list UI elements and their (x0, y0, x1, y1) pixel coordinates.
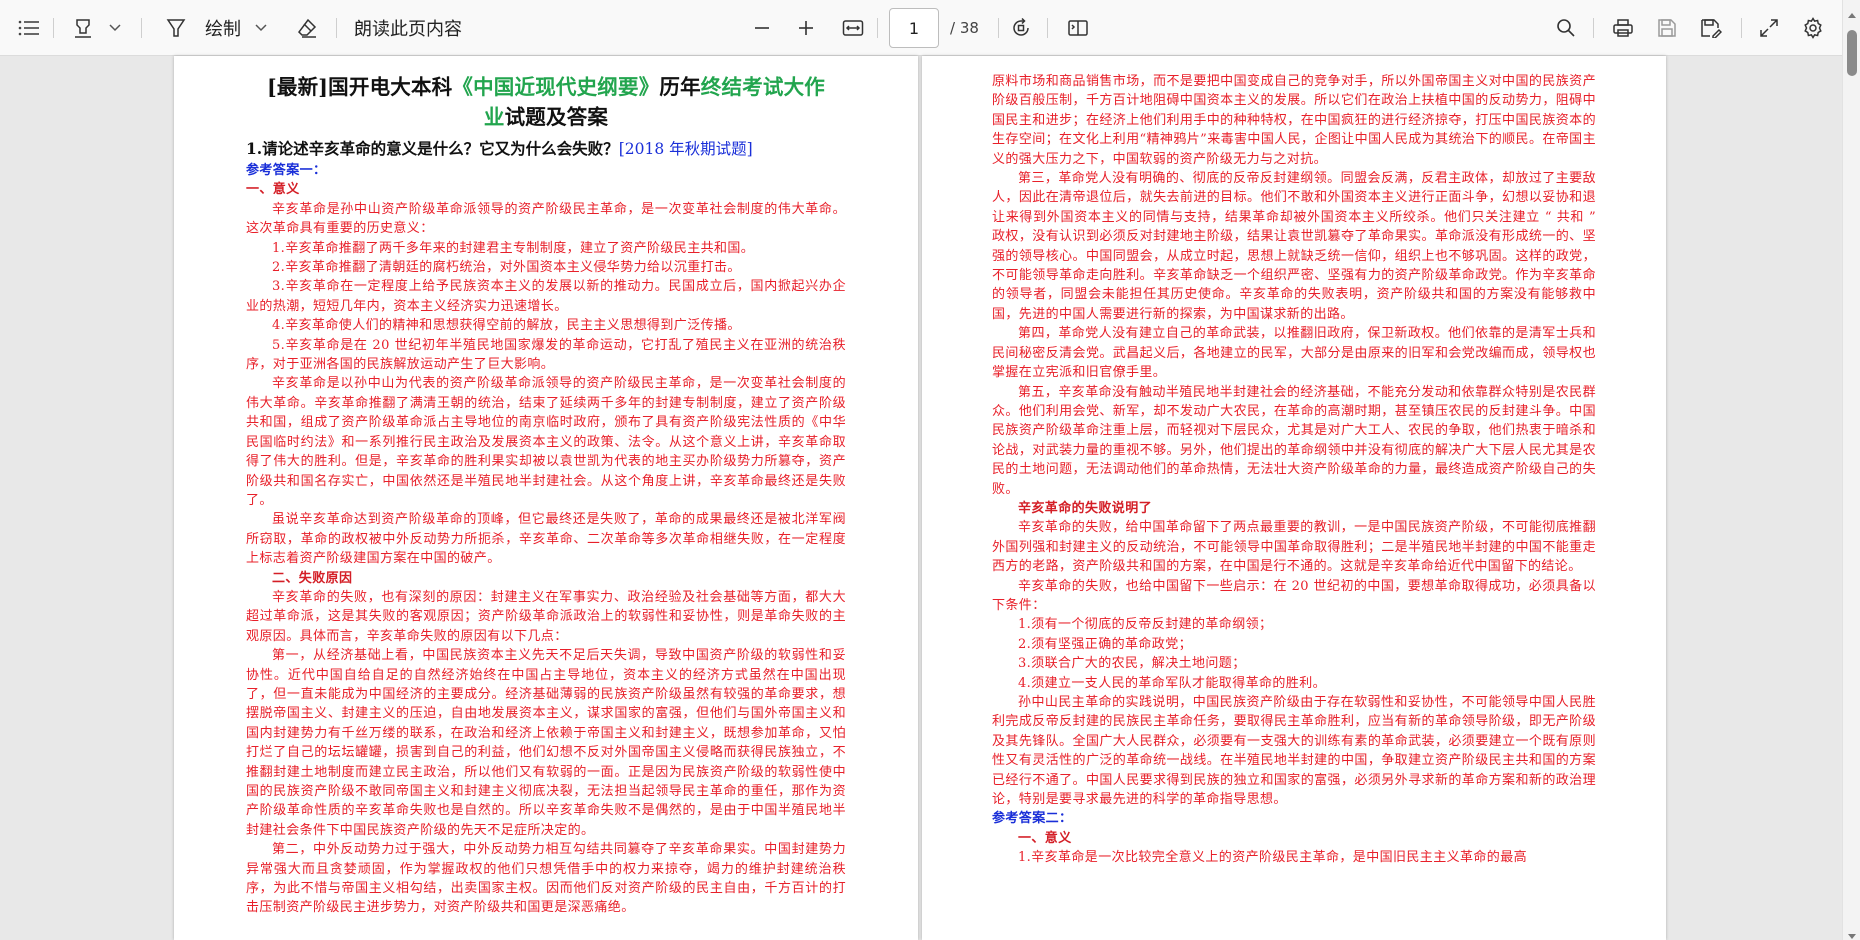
reference-answer-label: 参考答案一： (246, 163, 327, 178)
zoom-out-icon[interactable] (748, 0, 776, 56)
paragraph: 第四，革命党人没有建立自己的革命武装，以推翻旧政府，保卫新政权。他们依靠的是清军… (992, 326, 1596, 381)
list-item: 4.辛亥革命使人们的精神和思想获得空前的解放，民主主义思想得到广泛传播。 (272, 318, 741, 334)
paragraph: 孙中山民主革命的实践说明，中国民族资产阶级由于存在软弱性和妥协性，不可能领导中国… (992, 695, 1596, 808)
section-heading: 一、意义 (1018, 830, 1072, 846)
toolbar: 绘制 朗读此页内容 1 / 38 (0, 0, 1860, 56)
paragraph: 辛亥革命的失败，给中国革命留下了两点最重要的教训，一是中国民族资产阶级，不可能彻… (992, 520, 1596, 575)
paragraph: 辛亥革命是以孙中山为代表的资产阶级革命派领导的资产阶级民主革命，是一次变革社会制… (246, 376, 846, 508)
list-item: 2.须有坚强正确的革命政党； (1018, 636, 1193, 652)
list-item: 3.须联合广大的农民，解决土地问题； (1018, 656, 1246, 672)
section-heading: 二、失败原因 (272, 570, 353, 586)
paragraph: 原料市场和商品销售市场，而不是要把中国变成自己的竞争对手，所以外国帝国主义对中国… (992, 74, 1596, 167)
paragraph: 辛亥革命的失败，也有深刻的原因：封建主义在军事实力、政治经验及社会基础等方面，都… (246, 589, 846, 644)
print-icon[interactable] (1608, 0, 1638, 56)
page-title: [最新]国开电大本科《中国近现代史纲要》历年终结考试大作 业试题及答案 (266, 75, 825, 129)
chevron-down-icon[interactable] (104, 0, 126, 56)
list-item: 4.须建立一支人民的革命军队才能取得革命的胜利。 (1018, 675, 1327, 691)
draw-icon[interactable] (160, 0, 192, 56)
pdf-page-1: [最新]国开电大本科《中国近现代史纲要》历年终结考试大作 业试题及答案 1.请论述… (174, 56, 918, 940)
fit-width-icon[interactable] (838, 0, 868, 56)
reference-answer-label: 参考答案二： (992, 811, 1073, 827)
scroll-down-icon[interactable] (1847, 926, 1857, 939)
highlight-icon[interactable] (66, 0, 100, 56)
paragraph: 辛亥革命的失败，也给中国留下一些启示：在 20 世纪初的中国，要想革命取得成功，… (992, 578, 1596, 613)
paragraph: 第二，中外反动势力过于强大，中外反动势力相互勾结共同篡夺了辛亥革命果实。中国封建… (246, 842, 846, 916)
search-icon[interactable] (1552, 0, 1580, 56)
page-number-input[interactable]: 1 (889, 8, 939, 48)
page-total: / 38 (950, 19, 979, 37)
eraser-icon[interactable] (290, 0, 324, 56)
paragraph: 第三，革命党人没有明确的、彻底的反帝反封建纲领。同盟会反满，反君主政体，却放过了… (992, 171, 1596, 322)
paragraph: 辛亥革命是孙中山资产阶级革命派领导的资产阶级民主革命，是一次变革社会制度的伟大革… (246, 201, 846, 237)
vertical-scrollbar[interactable] (1842, 0, 1860, 940)
paragraph: 第一，从经济基础上看，中国民族资本主义先天不足后天失调，导致中国资产阶级的软弱性… (246, 648, 846, 838)
zoom-in-icon[interactable] (792, 0, 820, 56)
settings-icon[interactable] (1798, 0, 1828, 56)
pdf-page-2: 原料市场和商品销售市场，而不是要把中国变成自己的竞争对手，所以外国帝国主义对中国… (922, 56, 1666, 940)
rotate-icon[interactable] (1006, 0, 1036, 56)
section-heading: 一、意义 (246, 182, 300, 198)
paragraph: 虽说辛亥革命达到资产阶级革命的顶峰，但它最终还是失败了，革命的成果最终还是被北洋… (246, 512, 846, 567)
scroll-thumb[interactable] (1847, 30, 1857, 76)
chevron-down-icon[interactable] (250, 0, 272, 56)
draw-label[interactable]: 绘制 (200, 0, 246, 56)
paragraph: 第五，辛亥革命没有触动半殖民地半封建社会的经济基础，不能充分发动和依靠群众特别是… (992, 384, 1596, 497)
list-item: 3.辛亥革命在一定程度上给予民族资本主义的发展以新的推动力。民国成立后，国内掀起… (246, 279, 846, 314)
save-as-icon[interactable] (1696, 0, 1726, 56)
scroll-up-icon[interactable] (1847, 4, 1857, 18)
save-icon[interactable] (1652, 0, 1682, 56)
contents-icon[interactable] (14, 0, 44, 56)
list-item: 1.辛亥革命推翻了两千多年来的封建君主专制制度，建立了资产阶级民主共和国。 (272, 240, 755, 256)
list-item: 5.辛亥革命是在 20 世纪初年半殖民地国家爆发的革命运动，它打乱了殖民主义在亚… (246, 337, 846, 373)
page-view-icon[interactable] (1062, 0, 1094, 56)
question-1: 1.请论述辛亥革命的意义是什么？它又为什么会失败？[2018 年秋期试题] (246, 139, 753, 158)
list-item: 2.辛亥革命推翻了清朝廷的腐朽统治，对外国资本主义侵华势力给以沉重打击。 (272, 260, 741, 276)
paragraph: 1.辛亥革命是一次比较完全意义上的资产阶级民主革命，是中国旧民主主义革命的最高 (1018, 850, 1528, 866)
section-heading: 辛亥革命的失败说明了 (1018, 500, 1153, 516)
list-item: 1.须有一个彻底的反帝反封建的革命纲领； (1018, 617, 1273, 633)
read-aloud-button[interactable]: 朗读此页内容 (354, 0, 464, 56)
fullscreen-icon[interactable] (1754, 0, 1784, 56)
